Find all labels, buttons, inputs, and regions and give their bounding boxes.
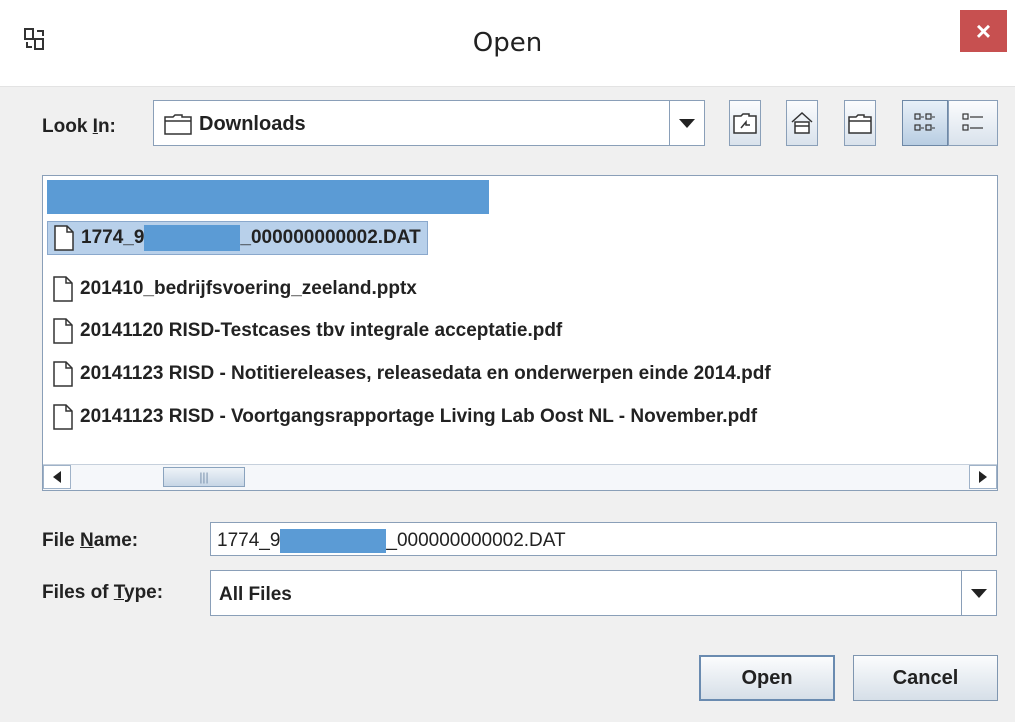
scroll-right-icon[interactable] [969, 465, 997, 489]
open-button[interactable]: Open [699, 655, 835, 701]
horizontal-scrollbar[interactable]: ||| [43, 464, 997, 490]
file-name: 201410_bedrijfsvoering_zeeland.pptx [80, 278, 417, 299]
details-view-button[interactable] [948, 100, 998, 146]
title-bar: Open × [0, 0, 1015, 87]
file-name-suffix: _000000000002.DAT [240, 227, 421, 248]
folder-icon [164, 114, 192, 135]
scrollbar-thumb[interactable]: ||| [163, 467, 245, 487]
home-icon [791, 111, 813, 134]
file-name-field[interactable]: 1774_9 _000000000002.DAT [210, 522, 997, 556]
list-item[interactable]: 20141120 RISD-Testcases tbv integrale ac… [47, 314, 562, 348]
new-folder-icon [848, 114, 872, 134]
close-icon: × [975, 15, 992, 46]
files-of-type-value: All Files [219, 584, 292, 605]
redaction-block [144, 225, 241, 251]
look-in-label: Look In: [42, 116, 116, 137]
file-icon [53, 404, 73, 430]
look-in-combo[interactable]: Downloads [153, 100, 705, 146]
list-item[interactable]: 1774_9 _000000000002.DAT [47, 221, 428, 255]
list-view-button[interactable] [902, 100, 948, 146]
details-view-icon [962, 113, 983, 131]
redaction-block [280, 529, 387, 553]
file-name: 20141123 RISD - Notitiereleases, release… [80, 363, 771, 384]
file-name-label: File Name: [42, 530, 139, 551]
up-one-level-button[interactable] [729, 100, 761, 146]
list-item[interactable]: 201410_bedrijfsvoering_zeeland.pptx [47, 272, 417, 306]
up-folder-icon [733, 113, 757, 134]
chevron-down-icon[interactable] [961, 571, 996, 615]
file-name-value: 1774_9 _000000000002.DAT [217, 529, 566, 553]
chevron-down-icon[interactable] [669, 101, 704, 145]
list-item[interactable]: 20141123 RISD - Notitiereleases, release… [47, 357, 771, 391]
files-of-type-label: Files of Type: [42, 582, 164, 603]
file-icon [54, 225, 74, 251]
redacted-list-item[interactable] [47, 180, 489, 214]
list-view-icon [914, 113, 935, 131]
home-button[interactable] [786, 100, 818, 146]
window-title: Open [472, 28, 543, 58]
files-of-type-combo[interactable]: All Files [210, 570, 997, 616]
look-in-value: Downloads [199, 113, 306, 135]
new-folder-button[interactable] [844, 100, 876, 146]
scroll-left-icon[interactable] [43, 465, 71, 489]
file-icon [53, 276, 73, 302]
list-item[interactable]: 20141123 RISD - Voortgangsrapportage Liv… [47, 400, 757, 434]
file-name-prefix: 1774_9 [81, 227, 145, 248]
file-list[interactable]: 1774_9 _000000000002.DAT 201410_bedrijfsv… [42, 175, 998, 491]
file-name: 20141120 RISD-Testcases tbv integrale ac… [80, 320, 563, 341]
file-name: 20141123 RISD - Voortgangsrapportage Liv… [80, 406, 758, 427]
close-button[interactable]: × [960, 10, 1007, 52]
cancel-button[interactable]: Cancel [853, 655, 998, 701]
file-icon [53, 318, 73, 344]
file-icon [53, 361, 73, 387]
